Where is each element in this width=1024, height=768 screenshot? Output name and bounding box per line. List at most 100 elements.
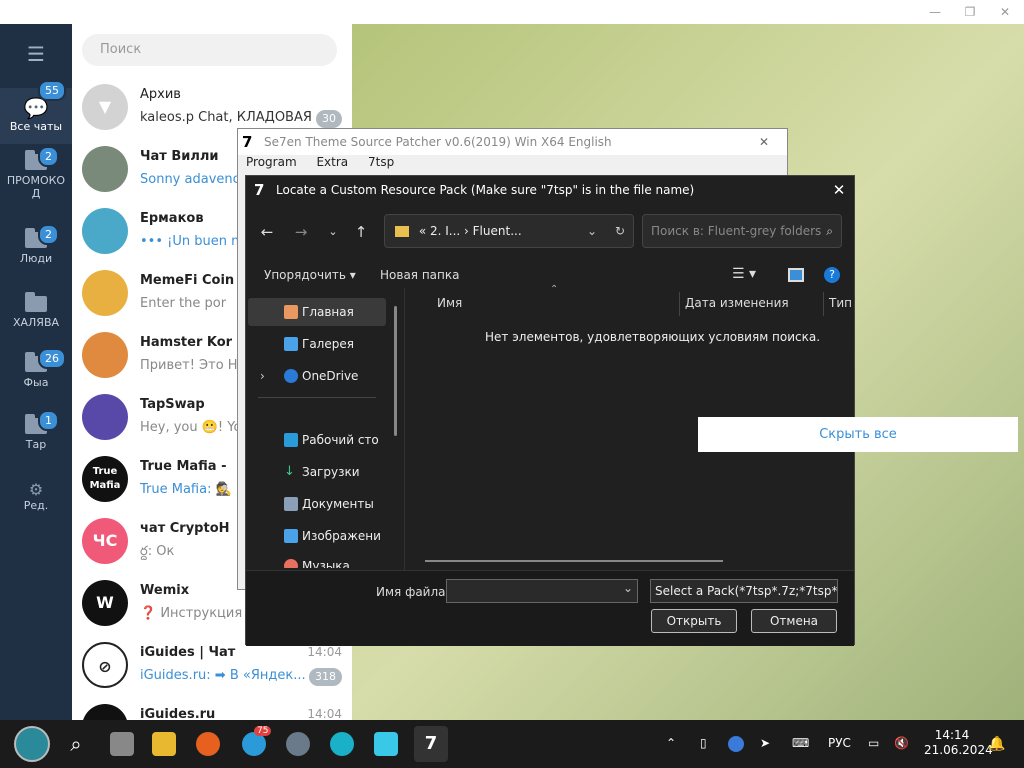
home-icon [284,305,298,319]
folder-people[interactable]: 2 Люди [0,224,72,265]
preview-pane-icon[interactable] [788,268,804,282]
notification-bell-icon[interactable]: 🔔 [988,736,1005,752]
refresh-icon[interactable]: ↻ [615,215,625,247]
start-button[interactable] [14,726,50,762]
volume-muted-icon[interactable]: 🔇 [894,736,909,750]
nav-item-pictures[interactable]: Изображени [248,522,386,550]
search-input[interactable]: Поиск [82,34,337,66]
document-icon [284,497,298,511]
nav-item-gallery[interactable]: Галерея [248,330,386,358]
chevron-right-icon[interactable]: › [260,362,265,390]
view-options-icon[interactable]: ☰ ▾ [732,266,756,282]
chat-title: Wemix [140,583,190,598]
folder-edit[interactable]: ⚙ Ред. [0,480,72,512]
address-bar[interactable]: « 2. I... › Fluent... ⌄ ↻ [384,214,634,248]
hide-all-button[interactable]: Скрыть все [698,417,1018,452]
avatar: True Mafia [82,456,128,502]
empty-message: Нет элементов, удовлетворяющих условиям … [485,330,821,344]
open-button[interactable]: Открыть [651,609,737,633]
close-button[interactable]: ✕ [824,176,854,204]
time: 14:14 [934,728,970,742]
download-icon: ↓ [284,464,295,479]
chat-preview: ర్ద: Ок [140,544,175,559]
settings-icon[interactable] [286,732,310,756]
chat-title: iGuides.ru [140,707,216,720]
scrollbar[interactable] [394,306,397,436]
menu-icon[interactable]: ☰ [0,42,72,66]
recent-locations-button[interactable]: ⌄ [318,220,348,244]
organize-button[interactable]: Упорядочить ▾ [264,268,356,282]
gallery-icon [284,337,298,351]
minimize-button[interactable]: — [920,2,950,22]
folder-badge: 2 [38,224,59,245]
close-button[interactable]: ✕ [990,2,1020,22]
filename-input[interactable]: ⌄ [446,579,638,603]
chevron-down-icon[interactable]: ⌄ [623,581,633,595]
up-button[interactable]: ↑ [346,220,376,244]
telegram-icon[interactable]: 75 [242,726,272,756]
filetype-select[interactable]: Select a Pack(*7tsp*.7z;*7tsp*.zi [650,579,838,603]
chat-title: Ермаков [140,211,204,226]
date: 21.06.2024 [924,743,993,757]
avatar [82,394,128,440]
column-date[interactable]: Дата изменения [685,296,789,310]
folder-label: ПРОМОКО Д [6,174,66,200]
task-view-icon[interactable] [110,732,134,756]
menu-program[interactable]: Program [246,155,297,169]
cancel-button[interactable]: Отмена [751,609,837,633]
horizontal-scrollbar[interactable] [425,560,723,562]
patcher-taskbar-icon[interactable]: 7 [414,726,448,762]
search-icon[interactable]: ⌕ [64,732,88,756]
chat-item[interactable]: iGuides.ru 14:04 [72,698,352,720]
tray-icon[interactable]: ▯ [700,736,707,750]
notepad-icon[interactable] [374,732,398,756]
nav-item-desktop[interactable]: Рабочий сто [248,426,386,454]
folder-tar[interactable]: 1 Тар [0,410,72,451]
language-indicator[interactable]: РУС [828,736,851,750]
search-input[interactable]: Поиск в: Fluent-grey folders ⌕ [642,214,842,248]
column-type[interactable]: Тип [829,296,852,310]
folder-promocode[interactable]: 2 ПРОМОКО Д [0,146,72,200]
firefox-icon[interactable] [196,732,220,756]
maximize-button[interactable]: ❐ [955,2,985,22]
telegram-tray-icon[interactable]: ➤ [760,736,770,750]
menu-extra[interactable]: Extra [316,155,348,169]
new-folder-button[interactable]: Новая папка [380,268,459,282]
divider [258,397,376,398]
nav-item-home[interactable]: Главная [248,298,386,326]
keyboard-icon[interactable]: ⌨ [792,736,809,750]
app-icon[interactable] [330,732,354,756]
telegram-titlebar: — ❐ ✕ [0,0,1024,24]
chevron-down-icon[interactable]: ⌄ [587,215,597,247]
nav-item-onedrive[interactable]: › OneDrive [248,362,386,390]
back-button[interactable]: ← [252,220,282,244]
unread-badge: 30 [316,110,342,128]
search-icon: ⌕ [826,224,833,238]
nav-item-documents[interactable]: Документы [248,490,386,518]
dialog-title: Locate a Custom Resource Pack (Make sure… [276,183,695,197]
tray-app-icon[interactable] [728,736,744,752]
chevron-up-icon[interactable]: ⌃ [666,736,676,750]
folder-all-chats[interactable]: 💬 55 Все чаты [0,80,72,144]
folder-label: Все чаты [9,120,63,133]
menu-7tsp[interactable]: 7tsp [368,155,394,169]
avatar [82,332,128,378]
nav-item-music[interactable]: Музыка [248,552,386,568]
forward-button[interactable]: → [286,220,316,244]
file-explorer-icon[interactable] [152,732,176,756]
folder-fya[interactable]: 26 Фыа [0,348,72,389]
folder-label: Ред. [23,499,49,512]
clock[interactable]: 14:14 21.06.2024 [924,728,993,758]
folder-icon [395,226,409,237]
folder-halyava[interactable]: ХАЛЯВА [0,292,72,329]
help-icon[interactable]: ? [824,267,840,283]
chat-time: 14:04 [307,707,342,720]
chat-title: iGuides | Чат [140,645,236,660]
close-button[interactable]: ✕ [759,129,769,155]
navigation-pane: Главная Галерея › OneDrive Рабочий сто ↓… [248,296,398,568]
column-name[interactable]: Имя [437,296,462,310]
chat-preview: kaleos.p Chat, КЛАДОВАЯ ... [140,110,329,125]
nav-item-downloads[interactable]: ↓ Загрузки [248,458,386,486]
nav-label: Документы [302,497,374,511]
display-icon[interactable]: ▭ [868,736,879,750]
